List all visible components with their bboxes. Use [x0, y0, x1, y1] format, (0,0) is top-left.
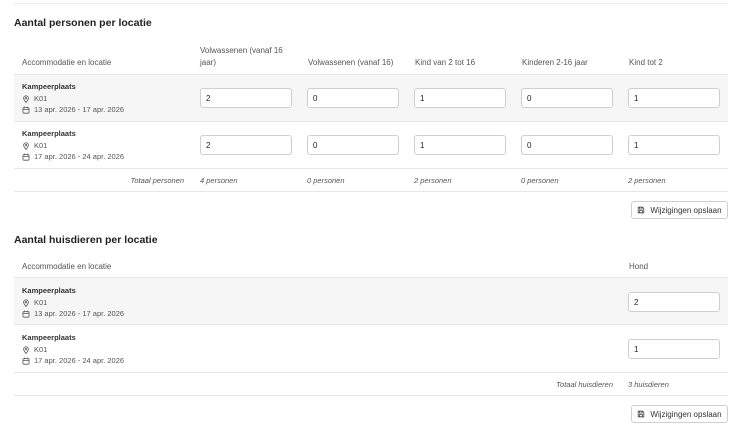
quantity-input-child-under-2[interactable] — [628, 88, 720, 108]
date-range: 13 apr. 2026 - 17 apr. 2026 — [34, 309, 125, 318]
date-range: 17 apr. 2026 - 24 apr. 2026 — [34, 356, 125, 365]
divider — [14, 395, 728, 396]
date-range: 13 apr. 2026 - 17 apr. 2026 — [34, 105, 125, 114]
map-pin-icon — [23, 94, 29, 103]
quantity-input-child-2-16[interactable] — [414, 135, 506, 155]
accommodation-location: K01 — [22, 345, 47, 354]
divider — [14, 191, 728, 192]
save-button-label: Wijzigingen opslaan — [650, 409, 722, 419]
persons-total-label: Totaal personen — [130, 176, 184, 185]
location-code: K01 — [34, 345, 48, 354]
quantity-input-adults-16[interactable] — [307, 135, 399, 155]
quantity-input-children-2-16[interactable] — [521, 135, 613, 155]
pets-section-title: Aantal huisdieren per locatie — [14, 234, 158, 246]
accommodation-dates: 17 apr. 2026 - 24 apr. 2026 — [22, 356, 124, 365]
calendar-icon — [22, 153, 30, 161]
save-button[interactable]: Wijzigingen opslaan — [631, 405, 728, 423]
persons-section-title: Aantal personen per locatie — [14, 17, 152, 29]
persons-col-child-2-16: Kind van 2 tot 16 — [415, 58, 476, 67]
quantity-input-adults-16-years[interactable] — [200, 88, 292, 108]
accommodation-location: K01 — [22, 298, 47, 307]
map-pin-icon — [23, 345, 29, 354]
floppy-disk-icon — [638, 410, 645, 418]
quantity-input-dog[interactable] — [628, 339, 720, 359]
save-button[interactable]: Wijzigingen opslaan — [631, 201, 728, 219]
location-code: K01 — [34, 141, 48, 150]
divider — [14, 168, 728, 169]
persons-total-value: 0 personen — [521, 176, 559, 185]
location-code: K01 — [34, 298, 48, 307]
persons-col-child-under-2: Kind tot 2 — [629, 58, 663, 67]
calendar-icon — [22, 106, 30, 114]
persons-col-adults-16: Volwassenen (vanaf 16) — [308, 58, 394, 67]
accommodation-dates: 13 apr. 2026 - 17 apr. 2026 — [22, 309, 124, 318]
persons-total-value: 2 personen — [628, 176, 666, 185]
persons-col-adults-16-years: Volwassenen (vanaf 16 jaar) — [200, 46, 283, 67]
accommodation-name: Kampeerplaats — [22, 333, 76, 342]
accommodation-location: K01 — [22, 141, 47, 150]
date-range: 17 apr. 2026 - 24 apr. 2026 — [34, 152, 125, 161]
quantity-input-children-2-16[interactable] — [521, 88, 613, 108]
divider — [14, 372, 728, 373]
persons-col-accommodation: Accommodatie en locatie — [22, 58, 112, 67]
quantity-input-child-under-2[interactable] — [628, 135, 720, 155]
quantity-input-dog[interactable] — [628, 292, 720, 312]
quantity-input-adults-16-years[interactable] — [200, 135, 292, 155]
accommodation-dates: 17 apr. 2026 - 24 apr. 2026 — [22, 152, 124, 161]
persons-col-children-2-16: Kinderen 2-16 jaar — [522, 58, 588, 67]
accommodation-name: Kampeerplaats — [22, 286, 76, 295]
location-code: K01 — [34, 94, 48, 103]
calendar-icon — [22, 310, 30, 318]
persons-total-value: 2 personen — [414, 176, 452, 185]
pets-col-dog: Hond — [629, 262, 649, 271]
persons-total-value: 0 personen — [307, 176, 345, 185]
map-pin-icon — [23, 141, 29, 150]
persons-total-value: 4 personen — [200, 176, 238, 185]
quantity-input-child-2-16[interactable] — [414, 88, 506, 108]
pets-total-value: 3 huisdieren — [628, 380, 669, 389]
accommodation-name: Kampeerplaats — [22, 82, 76, 91]
floppy-disk-icon — [638, 206, 645, 214]
calendar-icon — [22, 357, 30, 365]
pets-total-label: Totaal huisdieren — [556, 380, 613, 389]
top-divider — [14, 3, 728, 4]
accommodation-location: K01 — [22, 94, 47, 103]
accommodation-dates: 13 apr. 2026 - 17 apr. 2026 — [22, 105, 124, 114]
save-button-label: Wijzigingen opslaan — [650, 205, 722, 215]
map-pin-icon — [23, 298, 29, 307]
divider — [14, 324, 728, 325]
pets-col-accommodation: Accommodatie en locatie — [22, 262, 112, 271]
divider — [14, 121, 728, 122]
accommodation-name: Kampeerplaats — [22, 129, 76, 138]
quantity-input-adults-16[interactable] — [307, 88, 399, 108]
